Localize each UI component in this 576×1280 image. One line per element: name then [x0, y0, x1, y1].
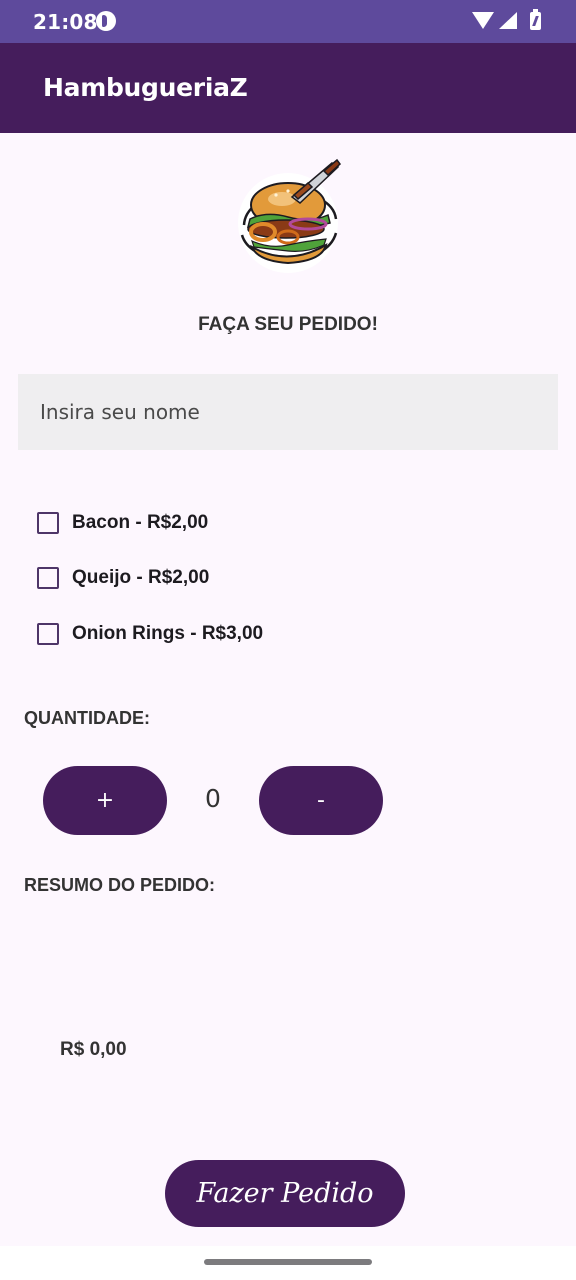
burger-logo-icon [238, 158, 342, 273]
bacon-checkbox[interactable] [37, 512, 59, 534]
quantity-value: 0 [205, 784, 221, 813]
bacon-label[interactable]: Bacon - R$2,00 [72, 512, 208, 534]
status-bar: 21:08 [0, 0, 576, 43]
topping-option-queijo[interactable]: Queijo - R$2,00 [37, 563, 209, 593]
topping-option-onion-rings[interactable]: Onion Rings - R$3,00 [37, 619, 263, 649]
signal-icon [499, 12, 517, 29]
topping-option-bacon[interactable]: Bacon - R$2,00 [37, 508, 208, 538]
queijo-checkbox[interactable] [37, 567, 59, 589]
queijo-label[interactable]: Queijo - R$2,00 [72, 567, 209, 589]
onion-rings-label[interactable]: Onion Rings - R$3,00 [72, 623, 263, 645]
increase-quantity-button[interactable]: + [43, 766, 167, 835]
app-notification-icon [96, 11, 116, 31]
quantity-label: QUANTIDADE: [24, 708, 150, 728]
order-summary-label: RESUMO DO PEDIDO: [24, 875, 216, 895]
place-order-button[interactable]: Fazer Pedido [165, 1160, 405, 1227]
name-input[interactable] [18, 374, 558, 450]
status-time: 21:08 [33, 10, 98, 34]
onion-rings-checkbox[interactable] [37, 623, 59, 645]
app-title: HambugueriaZ [43, 73, 248, 102]
order-total: R$ 0,00 [60, 1039, 127, 1060]
app-bar: HambugueriaZ [0, 43, 576, 133]
page-heading: FAÇA SEU PEDIDO! [198, 314, 378, 335]
decrease-quantity-button[interactable]: - [259, 766, 383, 835]
wifi-icon [472, 12, 494, 29]
battery-icon [530, 9, 541, 30]
home-gesture-handle[interactable] [204, 1259, 372, 1265]
